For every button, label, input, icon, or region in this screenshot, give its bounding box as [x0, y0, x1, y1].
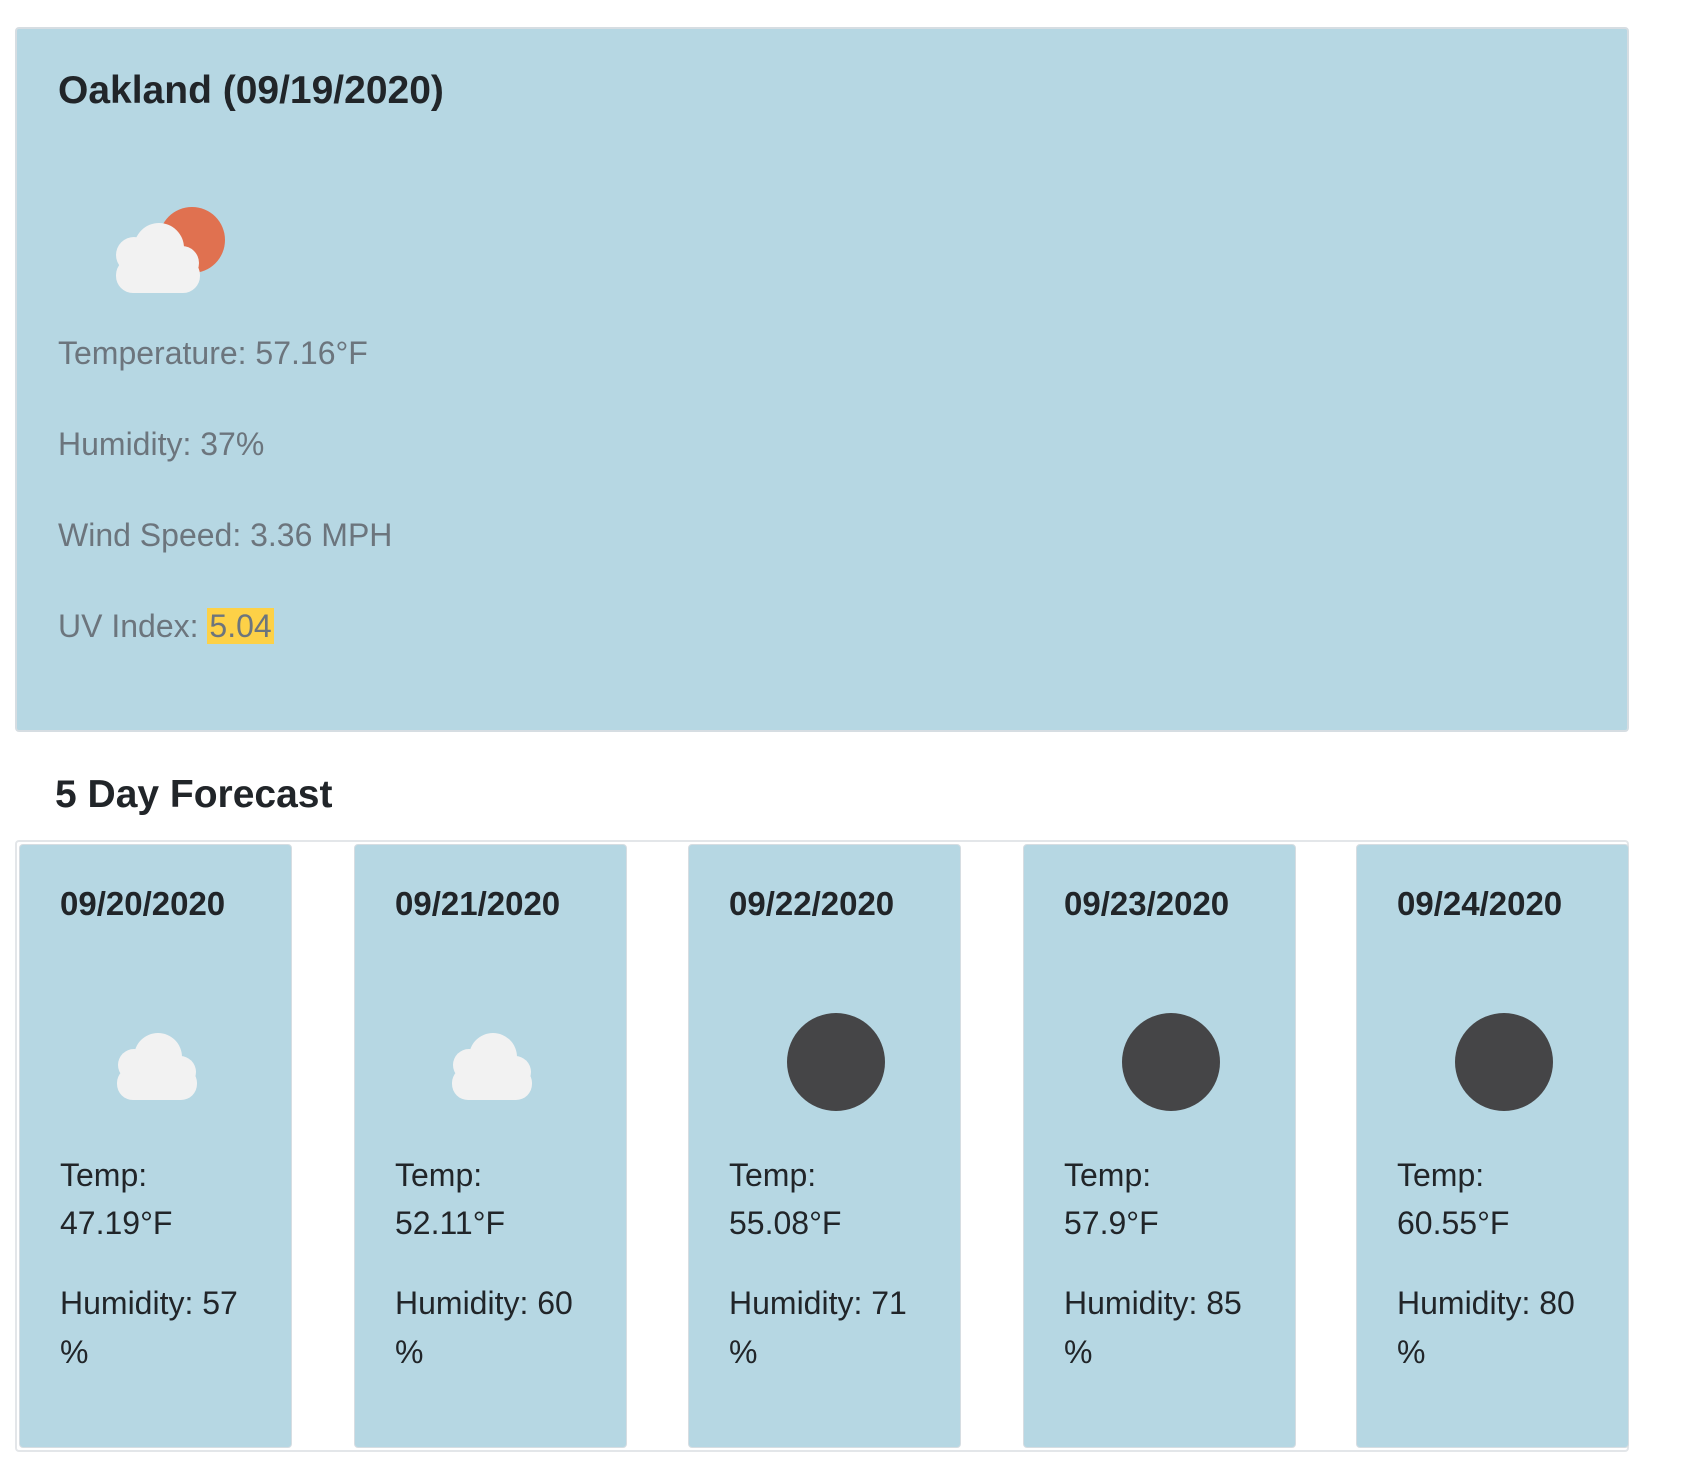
- forecast-humidity-unit: %: [1397, 1334, 1426, 1370]
- forecast-humidity-unit: %: [1064, 1334, 1093, 1370]
- forecast-temp-label: Temp:: [60, 1157, 148, 1193]
- forecast-temp-label: Temp:: [1064, 1157, 1152, 1193]
- forecast-temp-value: 60.55°F: [1397, 1205, 1510, 1241]
- forecast-humidity-label: Humidity: 71: [729, 1285, 907, 1321]
- forecast-temp-label: Temp:: [729, 1157, 817, 1193]
- wind-speed-text: Wind Speed: 3.36 MPH: [58, 517, 393, 553]
- forecast-day-card: 09/20/2020 Temp: 47.19°F Humidity: 57 %: [19, 844, 292, 1448]
- forecast-date: 09/22/2020: [729, 885, 895, 922]
- forecast-humidity-label: Humidity: 60: [395, 1285, 573, 1321]
- forecast-date: 09/24/2020: [1397, 885, 1563, 922]
- moon-icon: [1122, 1013, 1220, 1111]
- cloud-icon: [452, 1033, 532, 1100]
- forecast-date: 09/20/2020: [60, 885, 226, 922]
- forecast-humidity-unit: %: [395, 1334, 424, 1370]
- forecast-humidity-label: Humidity: 85: [1064, 1285, 1242, 1321]
- humidity-text: Humidity: 37%: [58, 426, 265, 462]
- forecast-temp-label: Temp:: [395, 1157, 483, 1193]
- uv-index-text: UV Index: 5.04: [58, 608, 274, 645]
- forecast-humidity-label: Humidity: 57: [60, 1285, 238, 1321]
- forecast-humidity-unit: %: [60, 1334, 89, 1370]
- uv-index-badge: 5.04: [207, 608, 274, 644]
- forecast-day-card: 09/23/2020 Temp: 57.9°F Humidity: 85 %: [1023, 844, 1296, 1448]
- uv-index-label: UV Index:: [58, 608, 208, 644]
- forecast-humidity-unit: %: [729, 1334, 758, 1370]
- forecast-temp-value: 57.9°F: [1064, 1205, 1159, 1241]
- forecast-row: 09/20/2020 Temp: 47.19°F Humidity: 57 % …: [15, 840, 1629, 1452]
- forecast-heading: 5 Day Forecast: [55, 773, 333, 816]
- forecast-date: 09/21/2020: [395, 885, 561, 922]
- forecast-temp-label: Temp:: [1397, 1157, 1485, 1193]
- weather-dashboard: Oakland (09/19/2020) Temperature: 57.16°…: [0, 0, 1690, 1480]
- cloud-icon: [117, 1033, 197, 1100]
- city-title: Oakland (09/19/2020): [58, 69, 444, 112]
- temperature-text: Temperature: 57.16°F: [58, 335, 368, 371]
- forecast-humidity-label: Humidity: 80: [1397, 1285, 1575, 1321]
- forecast-temp-value: 55.08°F: [729, 1205, 842, 1241]
- forecast-temp-value: 52.11°F: [395, 1205, 506, 1241]
- current-weather-card: Oakland (09/19/2020) Temperature: 57.16°…: [15, 27, 1629, 732]
- moon-icon: [787, 1013, 885, 1111]
- forecast-day-card: 09/22/2020 Temp: 55.08°F Humidity: 71 %: [688, 844, 961, 1448]
- forecast-day-card: 09/21/2020 Temp: 52.11°F Humidity: 60 %: [354, 844, 627, 1448]
- forecast-temp-value: 47.19°F: [60, 1205, 173, 1241]
- moon-icon: [1455, 1013, 1553, 1111]
- forecast-date: 09/23/2020: [1064, 885, 1230, 922]
- forecast-day-card: 09/24/2020 Temp: 60.55°F Humidity: 80 %: [1356, 844, 1629, 1448]
- partly-cloudy-day-icon: [116, 207, 225, 293]
